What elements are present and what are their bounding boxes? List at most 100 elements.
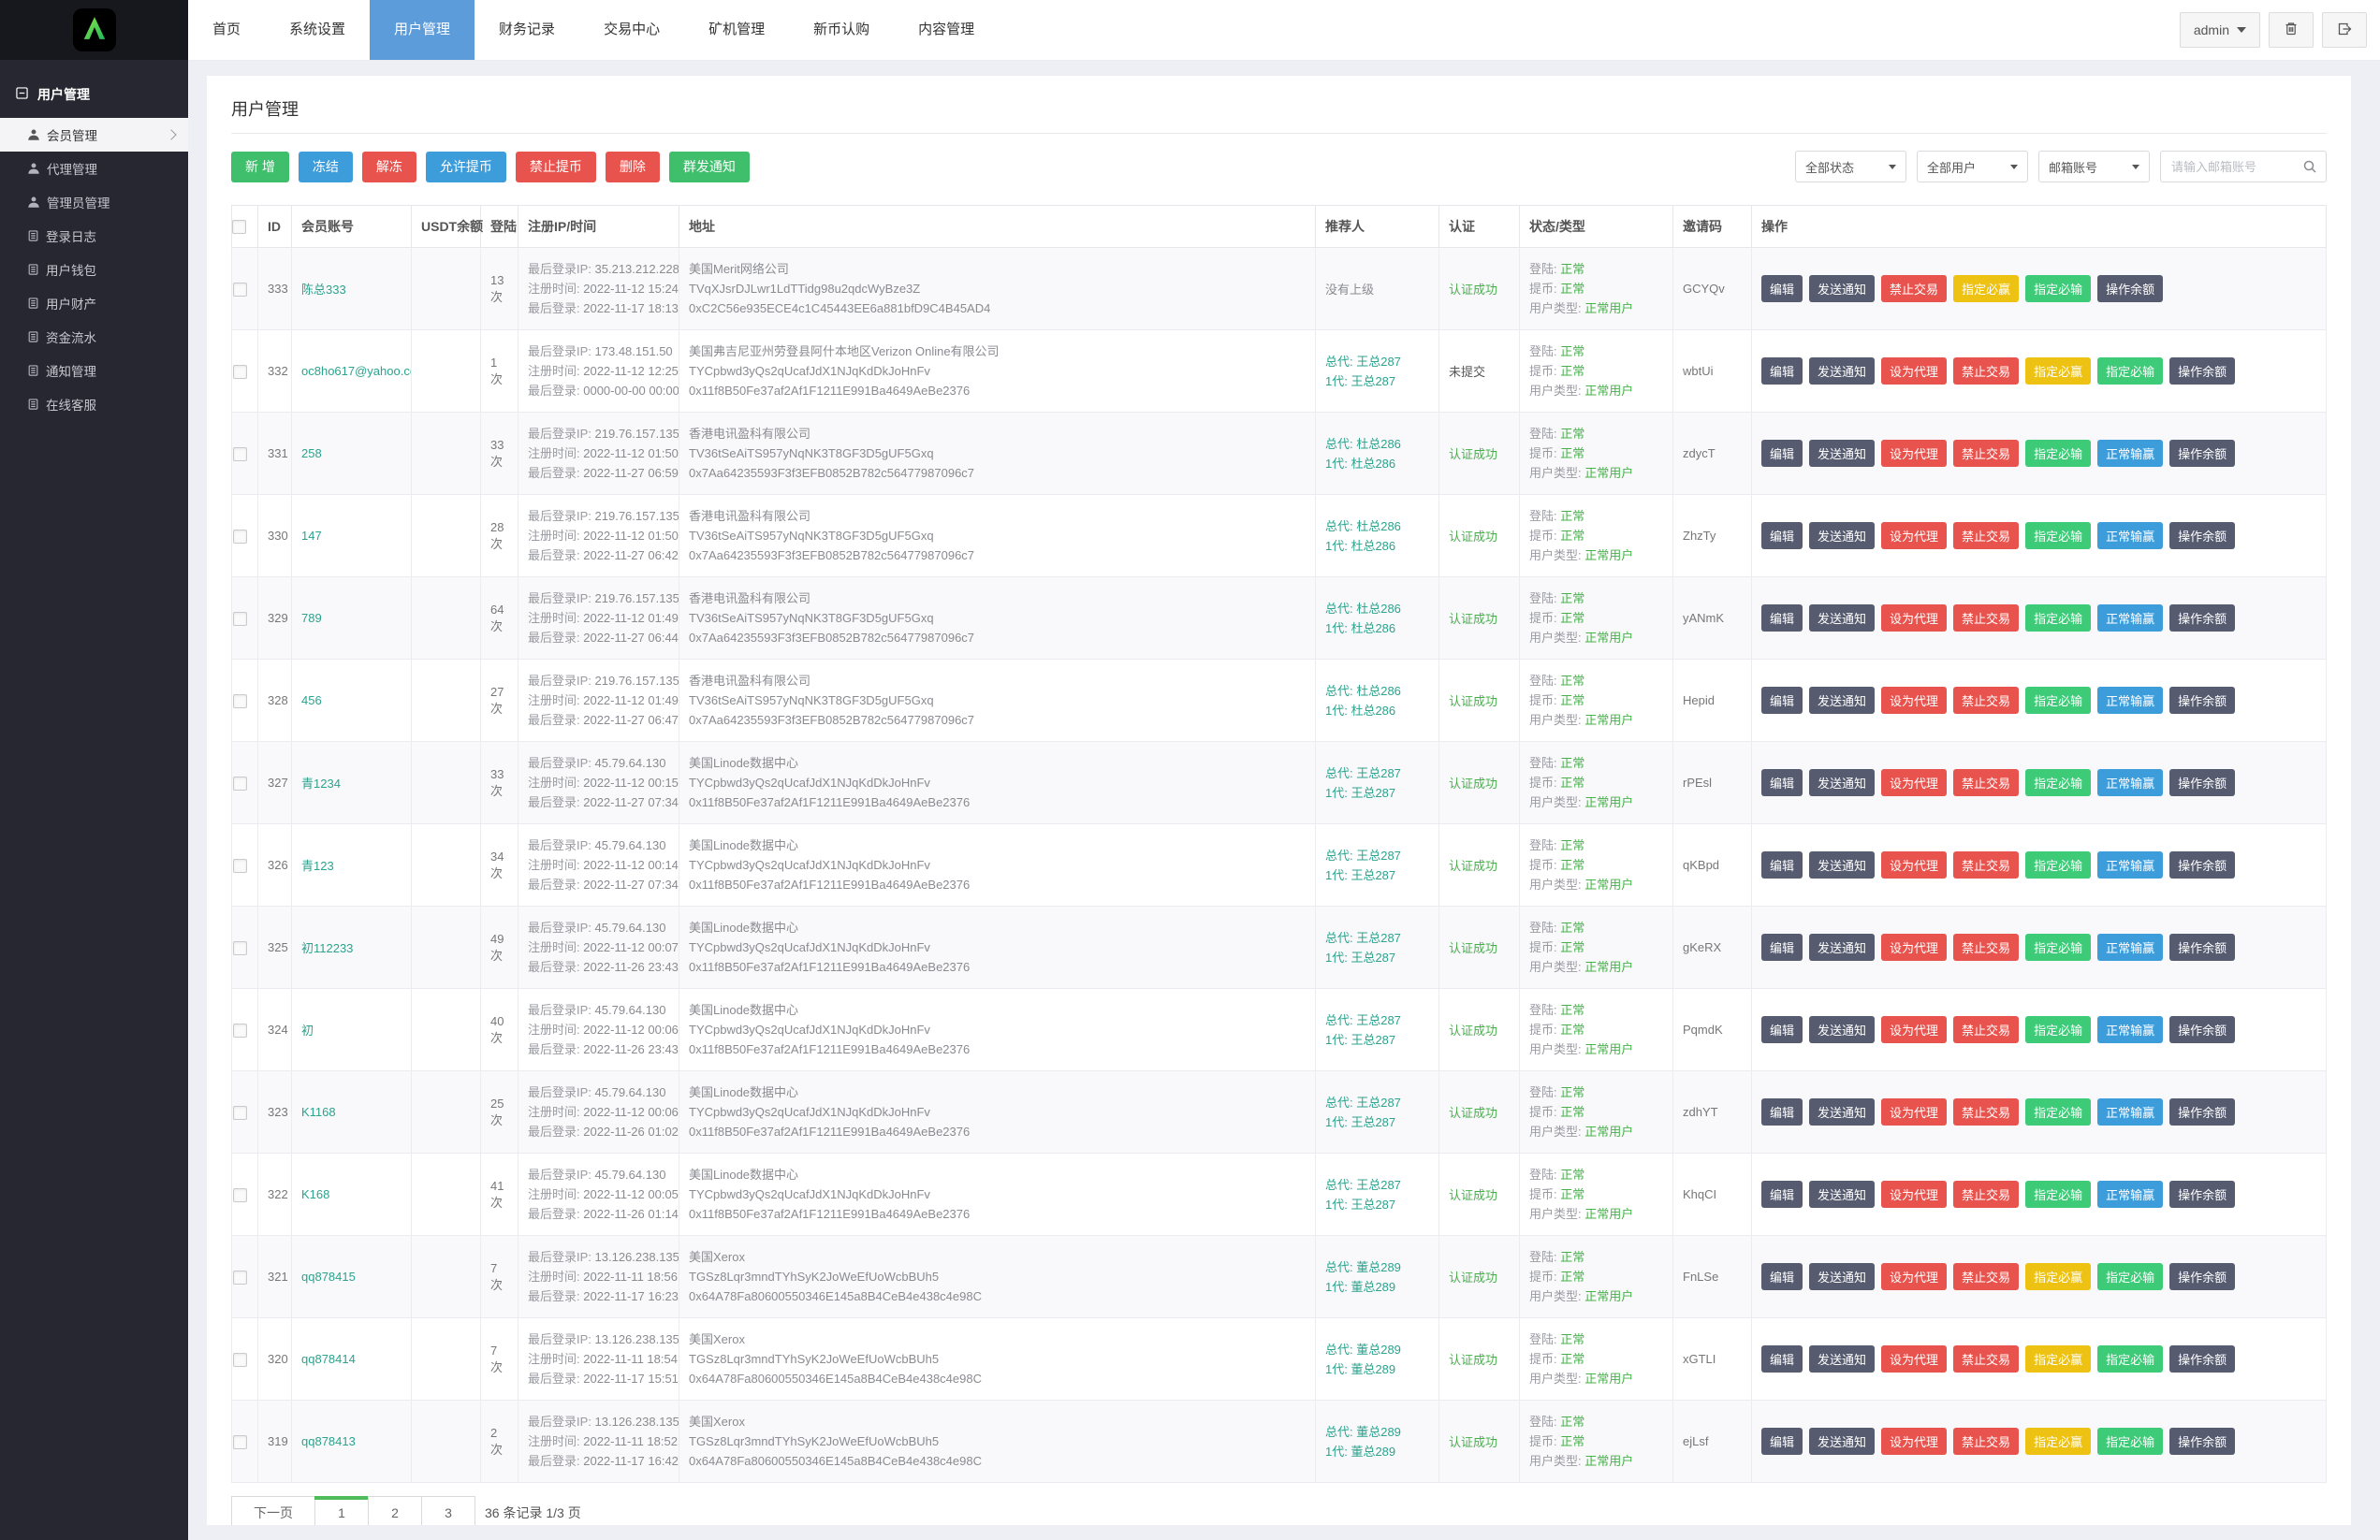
balance-button[interactable]: 操作余额 (2169, 1345, 2235, 1373)
ban-trade-button[interactable]: 禁止交易 (1953, 851, 2019, 879)
ban-trade-button[interactable]: 禁止交易 (1953, 687, 2019, 714)
notify-button[interactable]: 发送通知 (1809, 687, 1875, 714)
ban-trade-button[interactable]: 禁止交易 (1953, 1098, 2019, 1126)
row-checkbox[interactable] (233, 1106, 247, 1120)
sidebar-item-member-management[interactable]: 会员管理 (0, 118, 188, 152)
set-agent-button[interactable]: 设为代理 (1881, 1016, 1947, 1043)
balance-button[interactable]: 操作余额 (2169, 769, 2235, 796)
account-link[interactable]: 青123 (301, 859, 334, 873)
must-lose-button[interactable]: 指定必输 (2025, 522, 2091, 549)
ban-trade-button[interactable]: 禁止交易 (1953, 357, 2019, 385)
ban-trade-button[interactable]: 禁止交易 (1953, 1428, 2019, 1455)
set-agent-button[interactable]: 设为代理 (1881, 604, 1947, 632)
broadcast-button[interactable]: 群发通知 (669, 152, 750, 182)
must-win-button[interactable]: 指定必赢 (2025, 1263, 2091, 1290)
search-icon[interactable] (2302, 159, 2317, 174)
edit-button[interactable]: 编辑 (1761, 769, 1803, 796)
freeze-button[interactable]: 冻结 (299, 152, 353, 182)
balance-button[interactable]: 操作余额 (2169, 1263, 2235, 1290)
account-link[interactable]: 456 (301, 693, 322, 707)
must-lose-button[interactable]: 指定必输 (2097, 357, 2163, 385)
ban-withdraw-button[interactable]: 禁止提币 (516, 152, 596, 182)
notify-button[interactable]: 发送通知 (1809, 1098, 1875, 1126)
status-filter[interactable]: 全部状态 (1795, 151, 1906, 182)
sidebar-item-agent-management[interactable]: 代理管理 (0, 152, 188, 185)
normal-button[interactable]: 正常输赢 (2097, 1181, 2163, 1208)
notify-button[interactable]: 发送通知 (1809, 357, 1875, 385)
account-link[interactable]: 青1234 (301, 777, 341, 791)
normal-button[interactable]: 正常输赢 (2097, 1016, 2163, 1043)
set-agent-button[interactable]: 设为代理 (1881, 1098, 1947, 1126)
edit-button[interactable]: 编辑 (1761, 357, 1803, 385)
account-link[interactable]: 147 (301, 529, 322, 543)
tab-new-coin-subscription[interactable]: 新币认购 (789, 0, 894, 60)
sidebar-item-user-wallet[interactable]: 用户钱包 (0, 253, 188, 286)
balance-button[interactable]: 操作余额 (2169, 522, 2235, 549)
notify-button[interactable]: 发送通知 (1809, 1428, 1875, 1455)
notify-button[interactable]: 发送通知 (1809, 1181, 1875, 1208)
set-agent-button[interactable]: 设为代理 (1881, 687, 1947, 714)
ban-trade-button[interactable]: 禁止交易 (1953, 440, 2019, 467)
must-lose-button[interactable]: 指定必输 (2025, 275, 2091, 302)
account-link[interactable]: 258 (301, 446, 322, 460)
set-agent-button[interactable]: 设为代理 (1881, 769, 1947, 796)
normal-button[interactable]: 正常输赢 (2097, 934, 2163, 961)
edit-button[interactable]: 编辑 (1761, 687, 1803, 714)
must-lose-button[interactable]: 指定必输 (2025, 440, 2091, 467)
edit-button[interactable]: 编辑 (1761, 1016, 1803, 1043)
page-2-button[interactable]: 2 (368, 1496, 422, 1525)
set-agent-button[interactable]: 设为代理 (1881, 522, 1947, 549)
notify-button[interactable]: 发送通知 (1809, 769, 1875, 796)
ban-trade-button[interactable]: 禁止交易 (1953, 1263, 2019, 1290)
ban-trade-button[interactable]: 禁止交易 (1953, 604, 2019, 632)
account-link[interactable]: 初112233 (301, 941, 353, 955)
account-link[interactable]: oc8ho617@yahoo.com (301, 364, 412, 378)
page-3-button[interactable]: 3 (421, 1496, 475, 1525)
set-agent-button[interactable]: 设为代理 (1881, 1181, 1947, 1208)
ban-trade-button[interactable]: 禁止交易 (1953, 522, 2019, 549)
notify-button[interactable]: 发送通知 (1809, 934, 1875, 961)
row-checkbox[interactable] (233, 365, 247, 379)
account-link[interactable]: K1168 (301, 1105, 336, 1119)
edit-button[interactable]: 编辑 (1761, 522, 1803, 549)
edit-button[interactable]: 编辑 (1761, 1345, 1803, 1373)
notify-button[interactable]: 发送通知 (1809, 604, 1875, 632)
sidebar-item-fund-flow[interactable]: 资金流水 (0, 320, 188, 354)
balance-button[interactable]: 操作余额 (2169, 357, 2235, 385)
allow-withdraw-button[interactable]: 允许提币 (426, 152, 506, 182)
tab-system-settings[interactable]: 系统设置 (265, 0, 370, 60)
must-win-button[interactable]: 指定必赢 (2025, 1428, 2091, 1455)
app-logo[interactable] (73, 8, 116, 51)
edit-button[interactable]: 编辑 (1761, 1428, 1803, 1455)
edit-button[interactable]: 编辑 (1761, 440, 1803, 467)
tab-trade-center[interactable]: 交易中心 (579, 0, 684, 60)
set-agent-button[interactable]: 设为代理 (1881, 440, 1947, 467)
row-checkbox[interactable] (233, 859, 247, 873)
row-checkbox[interactable] (233, 612, 247, 626)
trash-button[interactable] (2269, 12, 2314, 48)
balance-button[interactable]: 操作余额 (2169, 851, 2235, 879)
edit-button[interactable]: 编辑 (1761, 851, 1803, 879)
account-link[interactable]: K168 (301, 1187, 329, 1201)
balance-button[interactable]: 操作余额 (2169, 1016, 2235, 1043)
edit-button[interactable]: 编辑 (1761, 275, 1803, 302)
set-agent-button[interactable]: 设为代理 (1881, 357, 1947, 385)
row-checkbox[interactable] (233, 1435, 247, 1449)
notify-button[interactable]: 发送通知 (1809, 1345, 1875, 1373)
admin-menu-button[interactable]: admin (2180, 12, 2260, 48)
row-checkbox[interactable] (233, 777, 247, 791)
must-lose-button[interactable]: 指定必输 (2025, 687, 2091, 714)
account-link[interactable]: qq878414 (301, 1352, 356, 1366)
notify-button[interactable]: 发送通知 (1809, 522, 1875, 549)
account-link[interactable]: qq878415 (301, 1270, 356, 1284)
balance-button[interactable]: 操作余额 (2169, 1428, 2235, 1455)
normal-button[interactable]: 正常输赢 (2097, 522, 2163, 549)
set-agent-button[interactable]: 设为代理 (1881, 851, 1947, 879)
ban-trade-button[interactable]: 禁止交易 (1953, 1345, 2019, 1373)
balance-button[interactable]: 操作余额 (2169, 934, 2235, 961)
set-agent-button[interactable]: 设为代理 (1881, 1345, 1947, 1373)
row-checkbox[interactable] (233, 941, 247, 955)
tab-finance-records[interactable]: 财务记录 (475, 0, 579, 60)
sidebar-item-online-support[interactable]: 在线客服 (0, 387, 188, 421)
notify-button[interactable]: 发送通知 (1809, 1016, 1875, 1043)
